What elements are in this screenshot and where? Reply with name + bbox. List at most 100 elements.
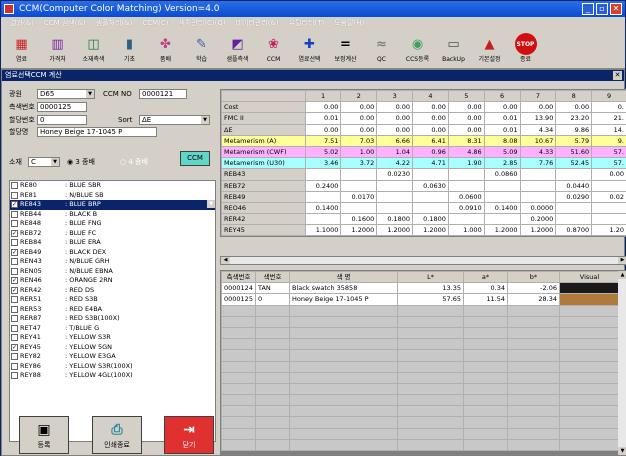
menu-item-6[interactable]: 유틸리티(T) [284,17,330,30]
table-row[interactable]: Metamerism (A) 7.51 7.03 6.66 6.41 8.31 8.08 10… [221,134,626,147]
table-cell[interactable]: 4.86 [447,145,485,159]
checkbox[interactable]: ✓ [11,343,18,351]
radio-3-dye[interactable]: ◉ 3 종배 [67,157,95,167]
table-cell[interactable]: 0.00 [304,123,342,136]
table-cell[interactable] [340,179,378,192]
menu-item-0[interactable]: 결과(&) [5,17,39,30]
table-cell[interactable]: 0.0000 [519,201,557,215]
maximize-button[interactable]: ▫ [596,3,608,15]
table-cell[interactable] [447,213,485,226]
table-cell[interactable] [412,190,449,203]
radio-4-dye[interactable]: ○ 4 종배 [120,157,148,167]
list-item[interactable]: ✓ REB72: BLUE FC [10,229,215,239]
menu-item-7[interactable]: 도움말(H) [329,17,369,30]
table-cell[interactable]: 13.90 [519,112,557,125]
table-cell[interactable]: 4.22 [376,157,414,170]
table-cell[interactable]: 0.2400 [304,179,342,192]
list-item[interactable]: RE80: BLUE SBR [10,181,215,191]
column-header[interactable]: 4 [412,90,449,103]
table-cell[interactable]: 0.00 [447,123,485,136]
list-item[interactable]: REN43: N/BLUE GRH [10,257,215,267]
table-cell[interactable] [447,168,485,181]
table-cell[interactable]: 28.34 [507,293,560,306]
table-cell[interactable]: 0.00 [555,101,593,114]
checkbox[interactable]: ✓ [11,201,18,208]
checkbox[interactable]: ✓ [11,229,18,237]
table-row[interactable]: REO46 0.1400 0.0910 0.1400 0.0000 [221,201,626,215]
table-cell[interactable]: 0.00 [376,123,414,136]
table-cell[interactable]: 1.00 [340,145,378,159]
table-cell[interactable]: 0.00 [447,112,485,125]
table-cell[interactable]: 8.31 [447,134,485,147]
table-cell[interactable]: 1.2000 [340,224,378,237]
list-item[interactable]: ✓ RE843: BLUE BRP [10,200,215,210]
list-item[interactable]: REY88: YELLOW 4GL(100X) [10,371,215,381]
table-cell[interactable] [483,190,521,203]
table-cell[interactable]: 0.00 [483,101,521,114]
toolbar-select-plus-button[interactable]: ✚ 염료선택 [292,31,327,67]
table-cell[interactable] [555,213,593,226]
list-item[interactable]: REY82: YELLOW E3GA [10,352,215,362]
table-cell[interactable]: 1.2000 [376,224,414,237]
list-item[interactable]: REB44: BLACK B [10,210,215,220]
name-field[interactable]: Honey Beige 17-1045 P [37,127,157,137]
table-cell[interactable]: 4.34 [519,123,557,136]
checkbox[interactable] [11,182,18,189]
column-header[interactable]: 7 [519,90,557,103]
table-cell[interactable] [340,201,378,215]
scroll-up-icon[interactable]: ▲ [618,271,626,279]
table-cell[interactable] [304,190,342,203]
table-cell[interactable] [591,201,626,215]
list-item[interactable]: REB84: BLUE ERA [10,238,215,248]
table-cell[interactable] [376,179,414,192]
table-cell[interactable]: 8.08 [483,134,521,147]
table-cell[interactable]: 1.04 [376,145,414,159]
list-item[interactable]: RE81: N/BLUE SB [10,191,215,201]
table-cell[interactable]: 1.90 [447,157,485,170]
toolbar-disc-button[interactable]: ◉ CCS등록 [400,31,435,67]
table-cell[interactable]: 0.2000 [519,213,557,226]
column-header[interactable]: 5 [447,90,485,103]
checkbox[interactable] [11,220,18,227]
checkbox[interactable] [11,353,18,360]
table-cell[interactable]: 6.66 [376,134,414,147]
table-cell[interactable]: 0.0290 [555,190,593,203]
table-cell[interactable]: 57.65 [397,293,464,306]
table-cell[interactable]: 0.00 [447,101,485,114]
table-cell[interactable]: 0 [255,293,290,306]
sort-select[interactable]: ΔE [139,115,210,125]
table-cell[interactable]: 3.72 [340,157,378,170]
dye-list[interactable]: RE80: BLUE SBR RE81: N/BLUE SB ✓ RE843: BLU… [9,180,216,442]
column-header[interactable]: 색 명 [289,271,398,284]
table-cell[interactable]: 0.01 [483,123,521,136]
checkbox[interactable] [11,305,18,313]
table-cell[interactable]: 4.33 [519,145,557,159]
table-cell[interactable]: 6.41 [412,134,449,147]
table-cell[interactable] [519,168,557,181]
column-header[interactable]: Visual [559,271,620,284]
toolbar-dye-button[interactable]: ▦ 염료 [4,31,39,67]
table-cell[interactable] [304,168,342,181]
checkbox[interactable] [11,324,18,332]
table-cell[interactable]: 0.0230 [376,168,414,181]
reg-field[interactable]: 0 [37,115,87,125]
checkbox[interactable] [11,315,18,322]
list-item[interactable]: RER53: RED E4BA [10,305,215,315]
table-cell[interactable]: 51.60 [555,145,593,159]
table-cell[interactable]: 0.1800 [376,213,414,226]
list-item[interactable]: RE848: BLUE FNG [10,219,215,229]
table-cell[interactable]: 0.0600 [447,190,485,203]
table-cell[interactable]: 0.8700 [555,224,593,237]
table-cell[interactable]: 0.00 [376,101,414,114]
table-cell[interactable]: 0.00 [591,168,626,181]
table-cell[interactable]: 0.02 [591,190,626,203]
column-header[interactable]: 9 [591,90,626,103]
table-cell[interactable]: 9.86 [555,123,593,136]
scroll-left-icon[interactable]: ◀ [221,257,230,264]
table-cell[interactable]: 52.45 [555,157,593,170]
table-cell[interactable]: -2.06 [507,282,560,295]
table-cell[interactable]: 0.00 [412,112,449,125]
checkbox[interactable] [11,239,18,246]
table-cell[interactable]: Black swatch 35858 [289,282,398,295]
toolbar-backup-button[interactable]: ▭ BackUp [436,31,471,67]
